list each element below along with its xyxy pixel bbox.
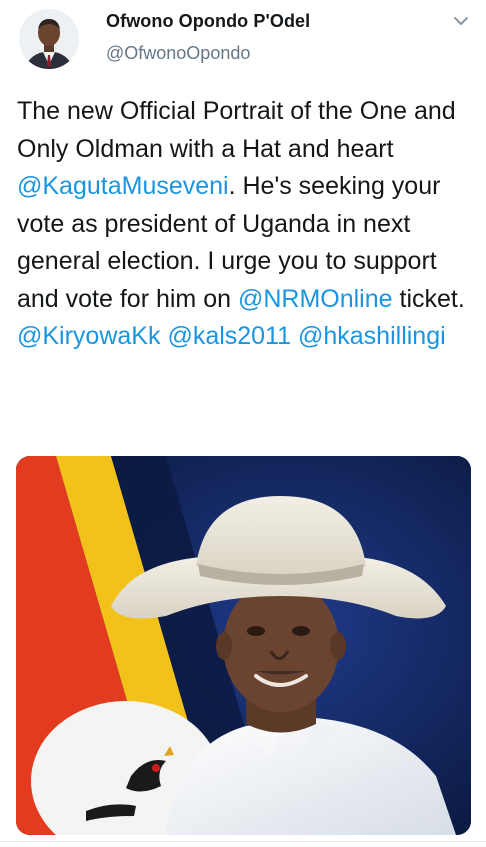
mention-link[interactable]: @NRMOnline [238, 285, 393, 313]
tweet-text: The new Official Portrait of the One and… [17, 93, 479, 356]
chevron-down-icon [454, 17, 468, 25]
text-segment [291, 322, 298, 350]
portrait-image [16, 456, 471, 835]
display-name[interactable]: Ofwono Opondo P'Odel [106, 11, 310, 32]
avatar[interactable] [19, 9, 79, 69]
user-handle[interactable]: @OfwonoOpondo [106, 43, 250, 64]
text-segment: ticket. [392, 284, 465, 313]
avatar-image [19, 9, 79, 69]
mention-link[interactable]: @KiryowaKk [17, 322, 160, 350]
mention-link[interactable]: @kals2011 [167, 322, 291, 350]
divider [0, 841, 486, 842]
mention-link[interactable]: @KagutaMuseveni [17, 172, 229, 200]
tweet-menu-button[interactable] [450, 10, 472, 32]
tweet-media-photo[interactable] [16, 456, 471, 835]
text-segment: The new Official Portrait of the One and… [17, 97, 456, 163]
tweet-card: Ofwono Opondo P'Odel @OfwonoOpondo The n… [0, 0, 486, 847]
mention-link[interactable]: @hkashillingi [298, 322, 446, 350]
